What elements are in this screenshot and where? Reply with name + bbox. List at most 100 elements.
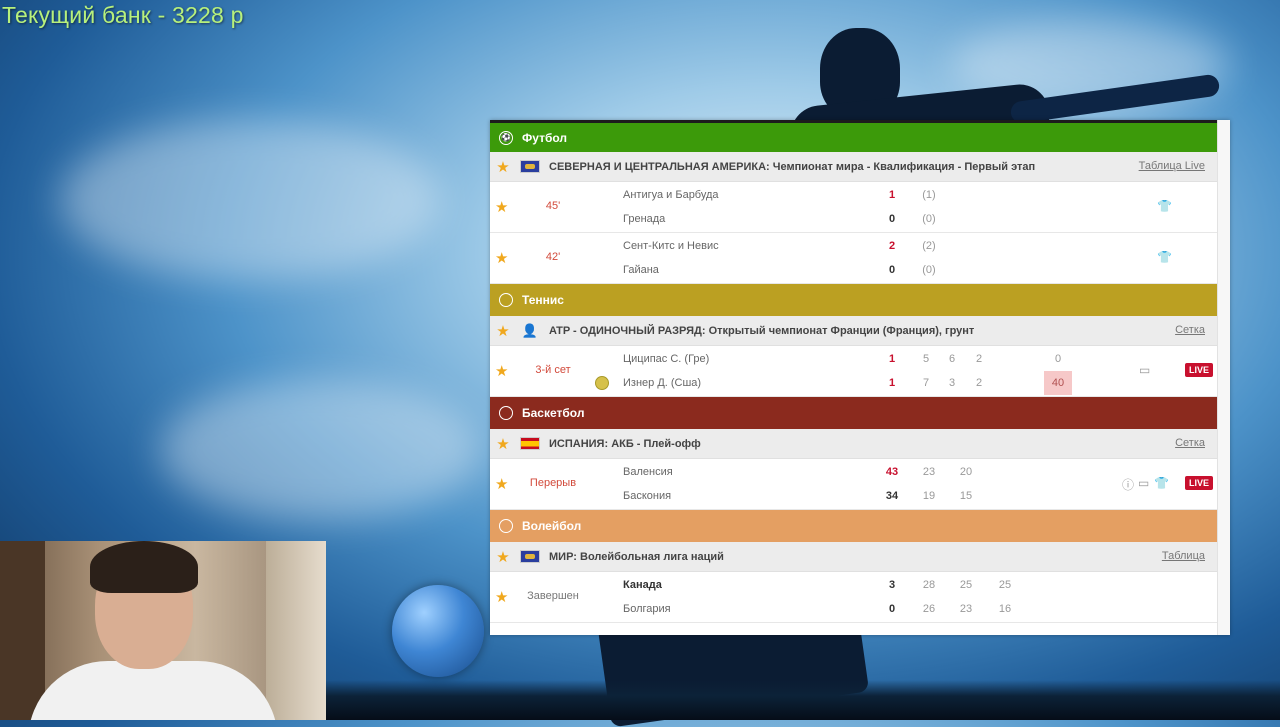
quarter-score: 19	[922, 490, 936, 502]
match-row[interactable]: ★ 45' Антигуа и Барбуда Гренада 1 0 (1) …	[490, 182, 1217, 233]
star-icon[interactable]: ★	[495, 249, 508, 267]
sport-header-tennis[interactable]: Теннис	[490, 284, 1217, 316]
league-country: СЕВЕРНАЯ И ЦЕНТРАЛЬНАЯ АМЕРИКА:	[549, 160, 770, 173]
live-badge[interactable]: LIVE	[1185, 363, 1214, 377]
set-score: 25	[959, 579, 973, 591]
half-score: (0)	[922, 213, 936, 225]
sport-title: Баскетбол	[522, 406, 585, 420]
league-row: ★ СЕВЕРНАЯ И ЦЕНТРАЛЬНАЯ АМЕРИКА: Чемпио…	[490, 152, 1217, 182]
set-score: 2	[975, 353, 983, 365]
tennis-ball-icon	[499, 293, 513, 307]
star-icon[interactable]: ★	[490, 548, 516, 566]
away-score: 0	[888, 264, 896, 276]
away-team: Баскония	[623, 490, 672, 502]
away-score: 0	[888, 603, 896, 615]
away-team: Болгария	[623, 603, 671, 615]
webcam-background	[266, 541, 326, 720]
webcam-background	[0, 541, 45, 720]
football-icon: ⚽	[499, 130, 513, 145]
match-time: 42'	[545, 251, 561, 263]
away-score: 0	[888, 213, 896, 225]
lineup-shirt-icon[interactable]: 👕	[1157, 199, 1172, 213]
background-cloud	[160, 380, 480, 520]
home-team: Валенсия	[623, 466, 673, 478]
away-team: Гренада	[623, 213, 666, 225]
star-icon[interactable]: ★	[490, 435, 516, 453]
match-time: 45'	[545, 200, 561, 212]
player-1-sets: 1	[888, 353, 896, 365]
lineup-shirt-icon[interactable]: 👕	[1154, 476, 1169, 490]
home-score: 3	[888, 579, 896, 591]
volleyball-icon	[499, 519, 513, 533]
live-badge[interactable]: LIVE	[1185, 476, 1214, 490]
league-row: ★ 👤 ATP - ОДИНОЧНЫЙ РАЗРЯД: Открытый чем…	[490, 316, 1217, 346]
set-score: 23	[959, 603, 973, 615]
serve-indicator-icon	[595, 376, 609, 390]
standings-link[interactable]: Таблица Live	[1139, 160, 1205, 172]
game-score: 40	[1044, 371, 1072, 395]
home-score: 2	[888, 240, 896, 252]
sport-header-football[interactable]: ⚽ Футбол	[490, 120, 1217, 152]
game-score: 0	[1054, 353, 1062, 365]
sport-title: Футбол	[522, 130, 568, 145]
lineup-shirt-icon[interactable]: 👕	[1157, 250, 1172, 264]
tv-broadcast-icon[interactable]: ▭	[1139, 363, 1150, 377]
league-desc: Открытый чемпионат Франции (Франция), гр…	[708, 324, 975, 337]
match-row[interactable]: ★ 3-й сет Циципас С. (Гре) Изнер Д. (Сша…	[490, 346, 1217, 397]
bank-overlay-text: Текущий банк - 3228 р	[2, 2, 244, 28]
league-name: ИСПАНИЯ: АКБ - Плей-офф	[549, 438, 701, 450]
quarter-score: 20	[959, 466, 973, 478]
webcam-feed	[0, 541, 326, 720]
league-country: МИР:	[549, 550, 577, 563]
league-row: ★ МИР: Волейбольная лига наций Таблица	[490, 542, 1217, 572]
star-icon[interactable]: ★	[490, 322, 516, 340]
match-row[interactable]: ★ Перерыв Валенсия Баскония 43 34 23 20 …	[490, 459, 1217, 510]
background-cloud	[60, 120, 440, 280]
set-score: 3	[948, 377, 956, 389]
soccer-ball-graphic	[392, 585, 484, 677]
webcam-person-shirt	[28, 661, 278, 720]
star-icon[interactable]: ★	[495, 475, 508, 493]
quarter-score: 15	[959, 490, 973, 502]
star-icon[interactable]: ★	[495, 588, 508, 606]
half-score: (2)	[922, 240, 936, 252]
half-score: (0)	[922, 264, 936, 276]
home-score: 1	[888, 189, 896, 201]
away-score: 34	[885, 490, 899, 502]
draw-link[interactable]: Сетка	[1175, 437, 1205, 449]
basketball-icon	[499, 406, 513, 420]
home-team: Антигуа и Барбуда	[623, 189, 719, 201]
tv-broadcast-icon[interactable]: ▭	[1138, 476, 1149, 490]
webcam-person-hair	[90, 541, 198, 593]
star-icon[interactable]: ★	[490, 158, 516, 176]
quarter-score: 23	[922, 466, 936, 478]
league-name: СЕВЕРНАЯ И ЦЕНТРАЛЬНАЯ АМЕРИКА: Чемпиона…	[549, 161, 1035, 173]
scrollbar[interactable]	[1217, 120, 1230, 635]
standings-link[interactable]: Таблица	[1162, 550, 1205, 562]
world-flag-icon	[520, 160, 540, 173]
league-country: ATP - ОДИНОЧНЫЙ РАЗРЯД:	[549, 324, 706, 337]
set-score: 28	[922, 579, 936, 591]
live-scores-panel: ⚽ Футбол ★ СЕВЕРНАЯ И ЦЕНТРАЛЬНАЯ АМЕРИК…	[490, 120, 1230, 635]
league-name: ATP - ОДИНОЧНЫЙ РАЗРЯД: Открытый чемпион…	[549, 325, 974, 337]
sport-title: Волейбол	[522, 519, 582, 533]
set-score: 7	[922, 377, 930, 389]
sport-header-basketball[interactable]: Баскетбол	[490, 397, 1217, 429]
league-desc: Волейбольная лига наций	[580, 550, 724, 563]
sport-title: Теннис	[522, 293, 564, 307]
sport-header-volleyball[interactable]: Волейбол	[490, 510, 1217, 542]
star-icon[interactable]: ★	[495, 198, 508, 216]
league-desc: Чемпионат мира - Квалификация - Первый э…	[772, 160, 1036, 173]
match-row[interactable]: ★ 42' Сент-Китс и Невис Гайана 2 0 (2) (…	[490, 233, 1217, 284]
set-score: 5	[922, 353, 930, 365]
star-icon[interactable]: ★	[495, 362, 508, 380]
player-2: Изнер Д. (Сша)	[623, 377, 702, 389]
match-row[interactable]: ★ Завершен Канада Болгария 3 0 28 25 25 …	[490, 572, 1217, 623]
league-name: МИР: Волейбольная лига наций	[549, 551, 724, 563]
world-flag-icon	[520, 550, 540, 563]
match-status: Завершен	[527, 590, 579, 602]
half-score: (1)	[922, 189, 936, 201]
home-team: Канада	[623, 579, 662, 591]
draw-link[interactable]: Сетка	[1175, 324, 1205, 336]
info-icon[interactable]: ⓘ	[1122, 476, 1134, 493]
